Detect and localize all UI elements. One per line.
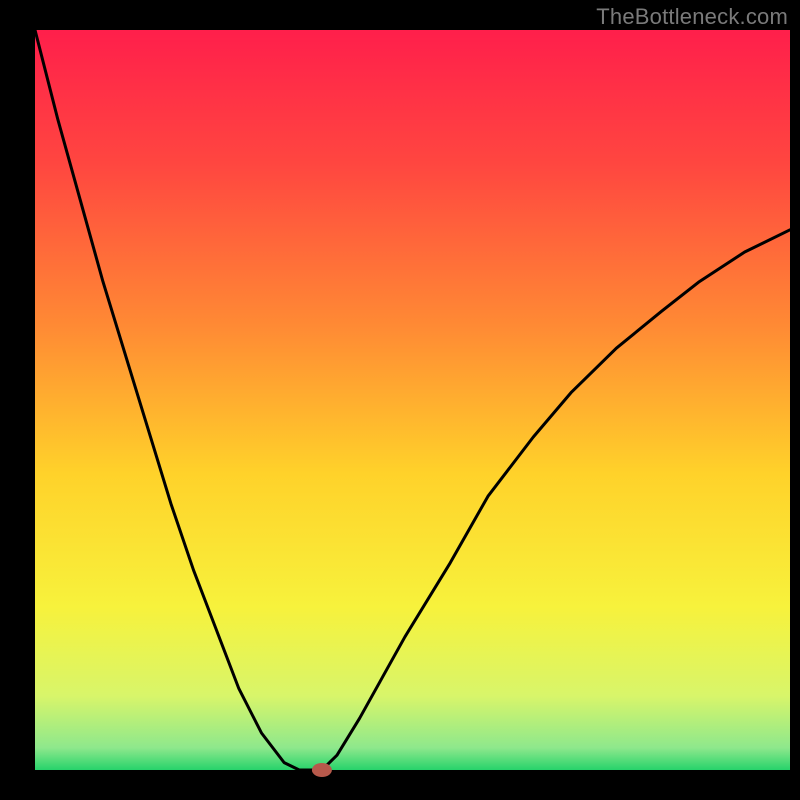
watermark-text: TheBottleneck.com [596, 4, 788, 30]
plot-background [35, 30, 790, 770]
bottleneck-chart [0, 0, 800, 800]
chart-frame: TheBottleneck.com [0, 0, 800, 800]
optimal-point-marker [312, 763, 332, 777]
